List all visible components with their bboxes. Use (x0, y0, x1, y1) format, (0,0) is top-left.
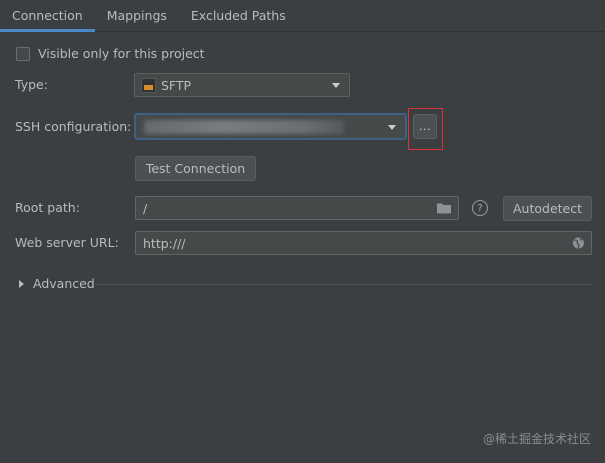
tab-connection-label: Connection (12, 8, 83, 23)
ssh-config-browse-button[interactable]: ... (413, 114, 437, 139)
tab-mappings[interactable]: Mappings (95, 0, 179, 31)
tab-bar: Connection Mappings Excluded Paths (0, 0, 605, 32)
chevron-down-icon (388, 124, 396, 130)
type-label-text: Type: (15, 77, 48, 92)
type-label: Type: (15, 77, 48, 92)
web-server-url-label-text: Web server URL: (15, 235, 119, 250)
ssh-config-dropdown[interactable] (134, 113, 407, 140)
folder-icon[interactable] (436, 202, 452, 215)
visible-only-label[interactable]: Visible only for this project (38, 46, 205, 61)
ssh-config-value-redacted (144, 120, 344, 134)
tab-excluded-paths-label: Excluded Paths (190, 8, 286, 23)
type-value: SFTP (161, 77, 192, 93)
test-connection-label: Test Connection (145, 161, 246, 176)
tab-connection[interactable]: Connection (0, 0, 95, 32)
chevron-down-icon (332, 83, 340, 88)
sftp-icon (141, 77, 156, 93)
advanced-label: Advanced (33, 276, 95, 291)
chevron-right-icon (19, 279, 24, 288)
tab-excluded-paths[interactable]: Excluded Paths (179, 0, 298, 31)
advanced-divider (97, 284, 593, 285)
test-connection-button[interactable]: Test Connection (135, 156, 256, 181)
advanced-section-toggle[interactable]: Advanced (19, 276, 95, 291)
help-icon[interactable]: ? (472, 200, 488, 216)
visible-only-row: Visible only for this project (16, 46, 205, 61)
root-path-label: Root path: (15, 200, 80, 215)
root-path-value: / (143, 200, 148, 216)
watermark: @稀土掘金技术社区 (482, 432, 591, 446)
web-server-url-input[interactable]: http:/// (135, 231, 592, 255)
root-path-label-text: Root path: (15, 200, 80, 215)
ssh-config-browse-label: ... (419, 120, 431, 133)
type-dropdown[interactable]: SFTP (134, 73, 350, 97)
web-server-url-value: http:/// (143, 235, 186, 251)
ssh-config-label-text: SSH configuration: (15, 119, 132, 134)
autodetect-button[interactable]: Autodetect (503, 196, 592, 221)
autodetect-label: Autodetect (512, 201, 582, 216)
visible-only-checkbox[interactable] (16, 46, 30, 61)
globe-icon[interactable] (572, 237, 585, 250)
root-path-input[interactable]: / (135, 196, 459, 220)
tab-mappings-label: Mappings (106, 8, 167, 23)
deployment-connection-panel: Connection Mappings Excluded Paths Visib… (0, 0, 605, 463)
web-server-url-label: Web server URL: (15, 235, 119, 250)
ssh-config-label: SSH configuration: (15, 119, 131, 134)
